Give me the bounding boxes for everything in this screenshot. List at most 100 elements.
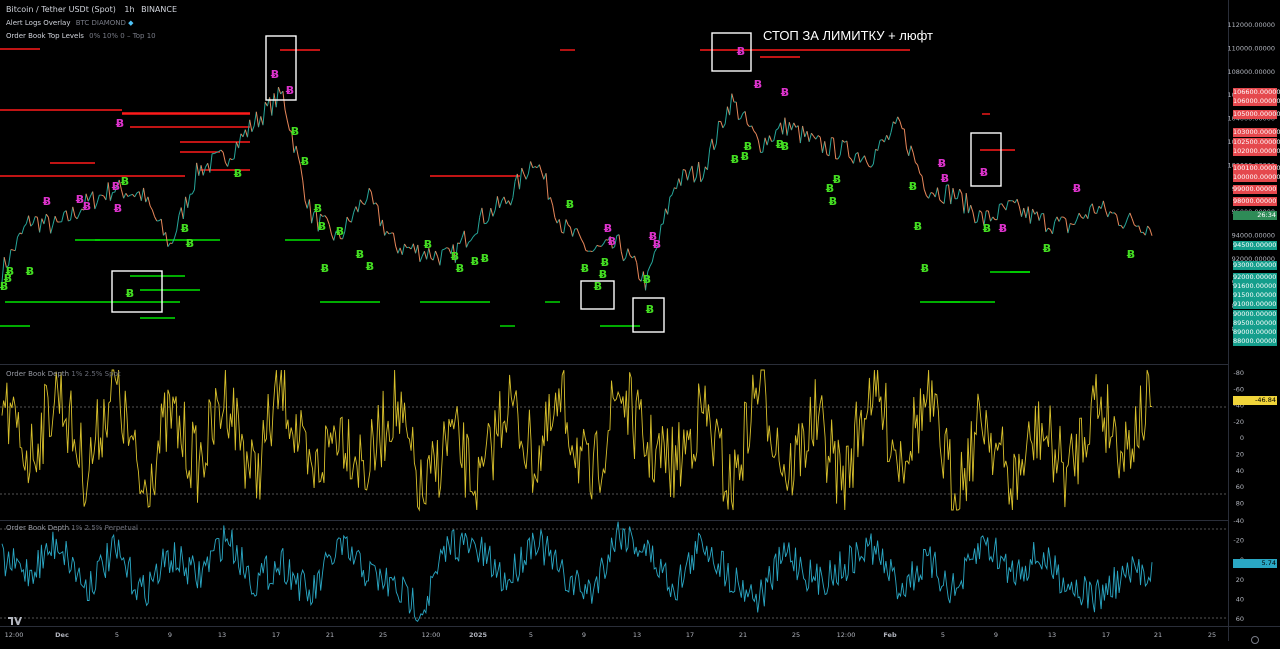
- bitcoin-buy-icon: Ƀ: [646, 303, 654, 316]
- price-segment: [703, 167, 705, 178]
- price-segment: [22, 227, 24, 234]
- price-segment: [865, 156, 867, 162]
- price-segment: [179, 207, 181, 215]
- spot-tick-label: -80: [1233, 369, 1244, 377]
- price-segment: [546, 173, 548, 199]
- price-segment: [469, 240, 471, 242]
- price-segment: [460, 238, 462, 244]
- bitcoin-sell-icon: Ƀ: [286, 84, 294, 97]
- price-segment: [535, 167, 537, 168]
- price-segment: [807, 131, 809, 142]
- price-segment: [46, 214, 48, 217]
- time-tick-label: 13: [633, 631, 641, 639]
- price-segment: [15, 237, 17, 251]
- price-segment: [977, 211, 979, 222]
- price-segment: [1024, 208, 1026, 218]
- sell-price-tag: 102000.00000: [1233, 147, 1277, 156]
- price-segment: [323, 216, 325, 217]
- price-segment: [630, 256, 632, 258]
- price-segment: [1052, 222, 1054, 234]
- time-tick-label: 12:00: [5, 631, 24, 639]
- bitcoin-buy-icon: Ƀ: [983, 222, 991, 235]
- price-segment: [301, 166, 303, 180]
- bitcoin-buy-icon: Ƀ: [914, 220, 922, 233]
- price-segment: [1077, 213, 1079, 219]
- price-segment: [818, 136, 820, 138]
- price-segment: [683, 169, 685, 170]
- current-price-tag: 26:34: [1233, 211, 1277, 220]
- price-segment: [904, 129, 906, 148]
- bitcoin-buy-icon: Ƀ: [456, 262, 464, 275]
- price-segment: [29, 216, 31, 227]
- price-segment: [51, 225, 53, 233]
- spot-tick-label: 60: [1236, 483, 1244, 491]
- price-segment: [526, 174, 528, 179]
- price-segment: [473, 234, 475, 236]
- time-tick-label: 13: [218, 631, 226, 639]
- bitcoin-buy-icon: Ƀ: [1127, 248, 1135, 261]
- spot-tick-label: -20: [1233, 418, 1244, 426]
- perp-pane-name: Order Book Depth: [6, 524, 69, 532]
- price-segment: [668, 197, 670, 214]
- settings-circle-icon[interactable]: [1250, 630, 1260, 640]
- price-segment: [803, 126, 805, 137]
- spot-tick-label: 40: [1236, 467, 1244, 475]
- price-segment: [619, 235, 621, 252]
- price-segment: [584, 243, 586, 250]
- sell-price-tag: 100100.00000: [1233, 164, 1277, 173]
- spot-pane-name: Order Book Depth: [6, 370, 69, 378]
- price-segment: [701, 178, 703, 182]
- price-segment: [420, 256, 422, 262]
- price-segment: [957, 189, 959, 199]
- spot-pane-title[interactable]: Order Book Depth 1% 2.5% Spot: [6, 370, 121, 378]
- price-segment: [1057, 217, 1059, 222]
- annotation-boxes[interactable]: [112, 33, 1001, 332]
- price-segment: [898, 117, 900, 121]
- price-segment: [623, 258, 625, 261]
- price-segment: [93, 192, 95, 209]
- time-axis[interactable]: 12:00Dec591317212512:002025591317212512:…: [5, 631, 1217, 639]
- bitcoin-buy-icon: Ƀ: [471, 255, 479, 268]
- annotation-text[interactable]: СТОП ЗА ЛИМИТКУ + люфт: [763, 28, 933, 43]
- price-segment: [1022, 208, 1024, 217]
- bitcoin-buy-icon: Ƀ: [186, 237, 194, 250]
- price-segment: [953, 188, 955, 199]
- price-segment: [871, 164, 873, 167]
- order-book-levels: [0, 49, 1030, 326]
- price-segment: [528, 161, 530, 173]
- price-segment: [405, 244, 407, 248]
- price-segment: [37, 217, 39, 232]
- buy-price-tag: 89500.00000: [1233, 319, 1277, 328]
- time-tick-label: 9: [994, 631, 998, 639]
- price-segment: [1019, 207, 1021, 217]
- price-segment: [966, 193, 968, 213]
- perp-pane-title[interactable]: Order Book Depth 1% 2.5% Perpetual: [6, 524, 138, 532]
- price-segment: [1026, 207, 1028, 218]
- price-segment: [811, 133, 813, 136]
- price-segment: [745, 111, 747, 124]
- levels-legend[interactable]: Order Book Top Levels 0% 10% 0 – Top 10: [6, 32, 156, 40]
- price-segment: [1028, 207, 1030, 224]
- bitcoin-buy-icon: Ƀ: [909, 180, 917, 193]
- price-segment: [411, 244, 413, 249]
- overlay-legend[interactable]: Alert Logs Overlay BTC DIAMOND ◆: [6, 19, 134, 27]
- price-segment: [219, 150, 221, 152]
- price-segment: [973, 212, 975, 223]
- price-segment: [1039, 214, 1041, 221]
- price-segment: [387, 231, 389, 234]
- price-segment: [710, 139, 712, 149]
- price-segment: [860, 159, 862, 163]
- price-segment: [586, 251, 588, 252]
- price-chart[interactable]: ɃɃɃɃɃɃɃɃɃɃɃɃɃɃɃɃɃɃɃɃɃɃɃɃɃɃɃɃɃɃɃɃɃɃɃɃɃɃɃɃ…: [0, 0, 1280, 641]
- highlight-box[interactable]: [112, 271, 162, 312]
- price-segment: [203, 167, 205, 175]
- price-segment: [504, 197, 506, 204]
- time-tick-label: Dec: [55, 631, 69, 639]
- tradingview-logo-icon[interactable]: [8, 612, 22, 624]
- price-segment: [1083, 214, 1085, 218]
- symbol-title[interactable]: Bitcoin / Tether USDt (Spot) 1h BINANCE: [6, 5, 177, 14]
- bitcoin-buy-icon: Ƀ: [321, 262, 329, 275]
- price-segment: [834, 138, 836, 159]
- price-segment: [918, 165, 920, 174]
- price-segment: [858, 152, 860, 162]
